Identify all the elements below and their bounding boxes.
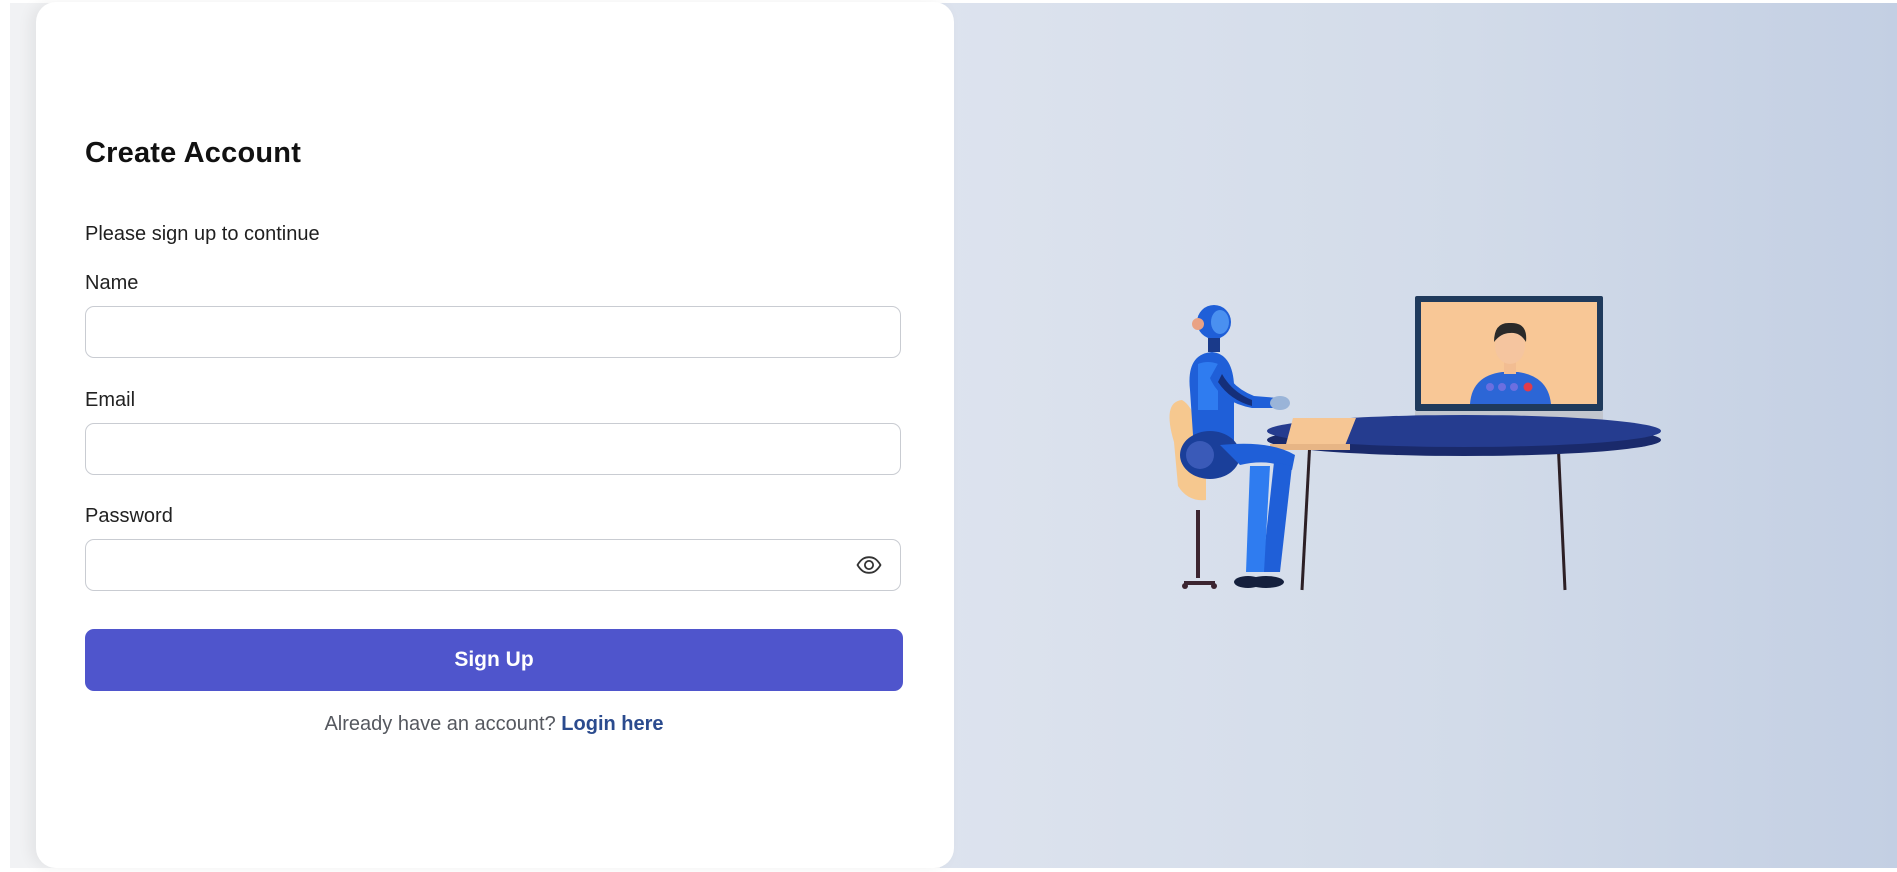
- login-prompt-row: Already have an account? Login here: [85, 713, 903, 736]
- sign-up-button[interactable]: Sign Up: [85, 629, 903, 691]
- page-subtitle: Please sign up to continue: [85, 223, 320, 245]
- password-input[interactable]: [85, 539, 901, 591]
- page: Create Account Please sign up to continu…: [0, 0, 1897, 872]
- email-label: Email: [85, 389, 136, 411]
- login-link[interactable]: Login here: [561, 713, 663, 735]
- eye-icon: [856, 556, 882, 574]
- bottom-edge: [0, 868, 1897, 872]
- name-label: Name: [85, 272, 139, 294]
- password-label: Password: [85, 505, 173, 527]
- page-title: Create Account: [85, 137, 302, 169]
- email-input[interactable]: [85, 423, 901, 475]
- name-input[interactable]: [85, 306, 901, 358]
- login-prompt-text: Already have an account?: [324, 713, 556, 735]
- robot-video-call-illustration: [1169, 296, 1661, 591]
- show-password-toggle[interactable]: [854, 550, 884, 580]
- left-edge: [0, 0, 10, 872]
- signup-card: Create Account Please sign up to continu…: [36, 2, 954, 868]
